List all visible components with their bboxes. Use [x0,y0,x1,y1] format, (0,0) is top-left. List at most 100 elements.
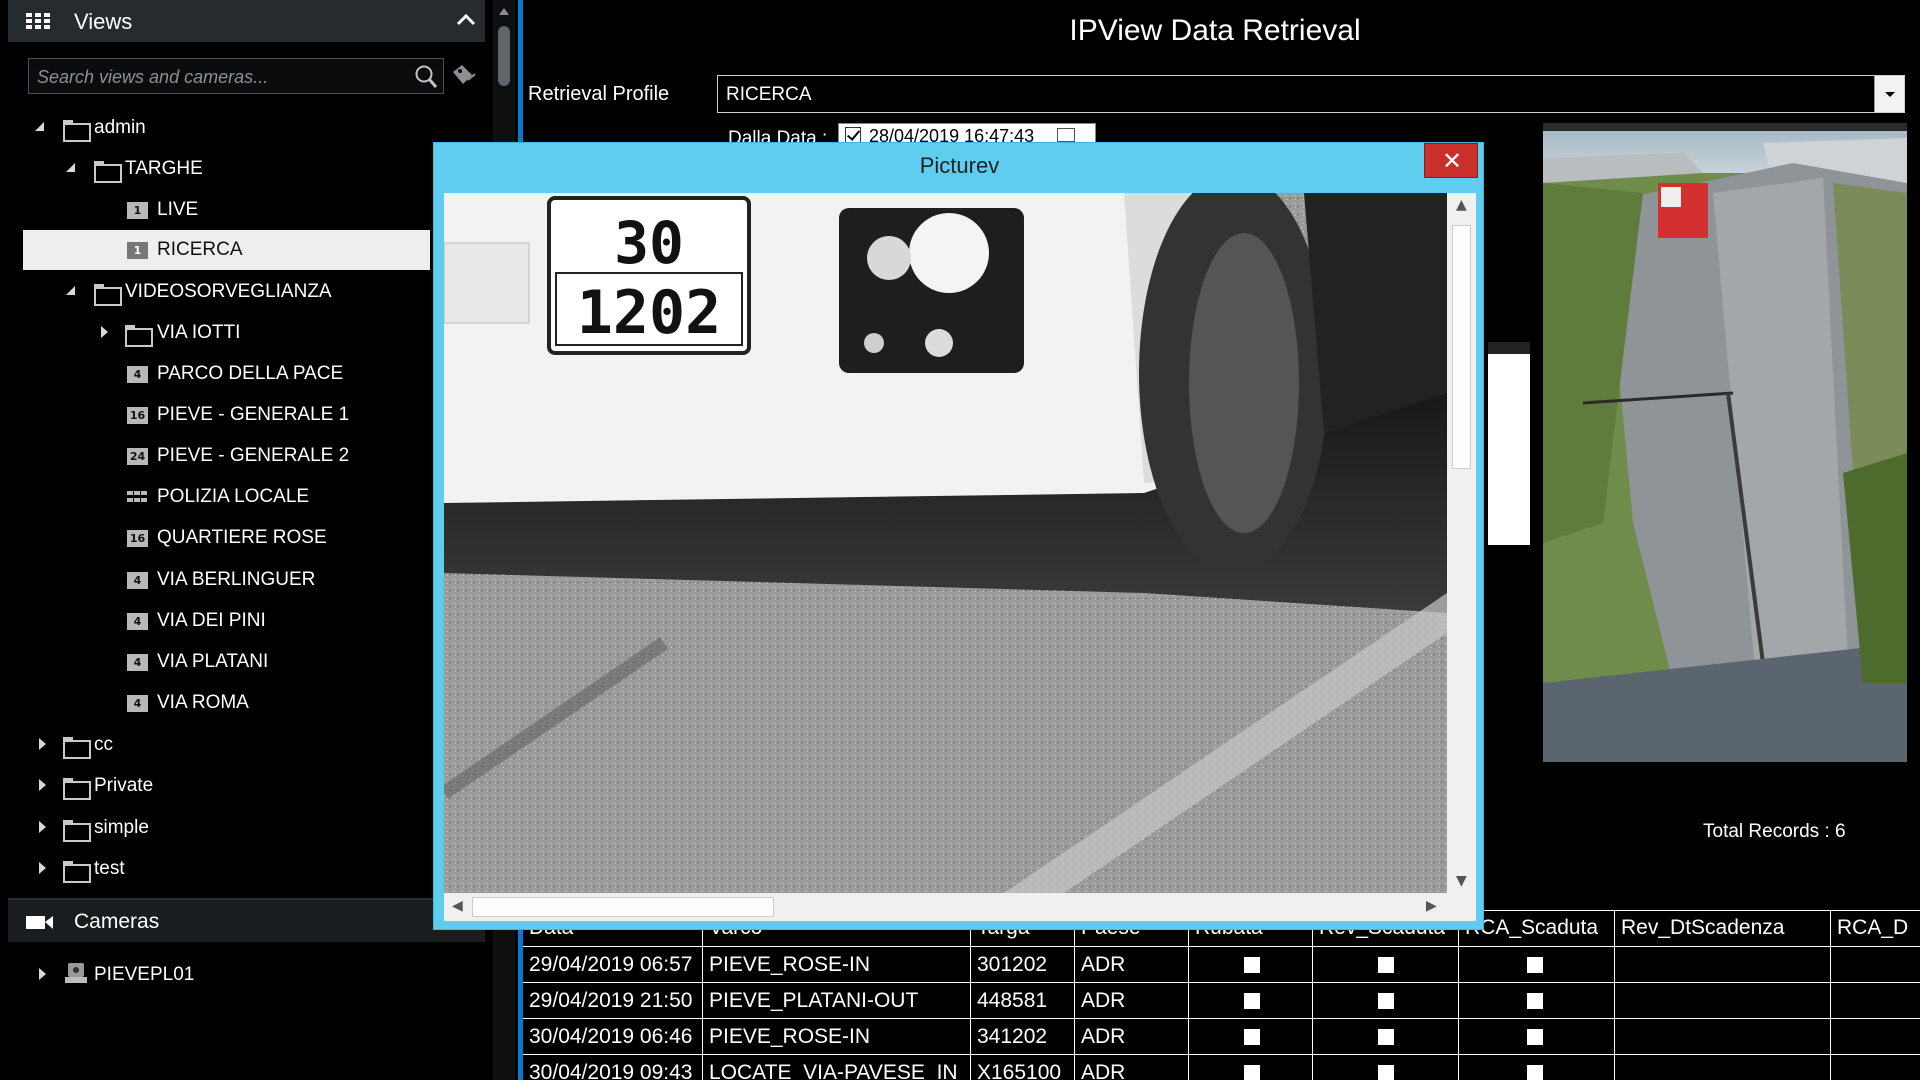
tree-folder-via-iotti[interactable]: VIA IOTTI [23,313,430,353]
folder-icon [125,325,153,347]
tree-folder-admin[interactable]: admin [23,108,430,148]
page-title: IPView Data Retrieval [1069,14,1361,47]
view-layout-icon: 16 [127,407,148,424]
scroll-right-icon[interactable]: ▶ [1426,898,1437,914]
expand-arrow-icon[interactable] [66,163,75,172]
view-layout-icon: 4 [127,613,148,630]
folder-icon [63,737,91,759]
checkbox[interactable] [1527,993,1543,1009]
tag-search-icon[interactable] [450,62,478,90]
cell-varco: PIEVE_ROSE-IN [703,1019,971,1055]
tree-folder-videosorveglianza[interactable]: VIDEOSORVEGLIANZA [23,272,430,312]
collapse-arrow-icon[interactable] [39,779,46,791]
checkbox[interactable] [1378,1029,1394,1045]
collapse-arrow-icon[interactable] [39,862,46,874]
checkbox[interactable] [1244,957,1260,973]
tree-view-ricerca[interactable]: 1 RICERCA [23,230,430,270]
search-icon[interactable] [414,64,438,90]
checkbox[interactable] [1527,1065,1543,1080]
expand-arrow-icon[interactable] [35,122,44,131]
tree-view-via-berlinguer[interactable]: 4 VIA BERLINGUER [23,560,430,600]
server-icon [65,963,87,983]
dropdown-arrow-icon[interactable] [1874,76,1904,112]
chevron-up-icon[interactable] [456,12,476,26]
folder-icon [63,861,91,883]
checkbox[interactable] [1244,1065,1260,1080]
tree-label: QUARTIERE ROSE [157,527,327,548]
tree-view-via-roma[interactable]: 4 VIA ROMA [23,683,430,723]
checkbox[interactable] [1378,957,1394,973]
view-layout-icon: 4 [127,654,148,671]
expand-arrow-icon[interactable] [66,286,75,295]
cell-rev-scaduta [1313,1055,1459,1080]
camera-label: PIEVEPL01 [94,964,195,985]
table-row[interactable]: 30/04/2019 06:46 PIEVE_ROSE-IN 341202 AD… [523,1018,1920,1055]
tree-view-live[interactable]: 1 LIVE [23,190,430,230]
table-row[interactable]: 29/04/2019 06:57 PIEVE_ROSE-IN 301202 AD… [523,946,1920,983]
tree-view-pieve-generale-1[interactable]: 16 PIEVE - GENERALE 1 [23,395,430,435]
tree-view-quartiere-rose[interactable]: 16 QUARTIERE ROSE [23,518,430,558]
cell-varco: PIEVE_ROSE-IN [703,947,971,983]
collapse-arrow-icon[interactable] [101,326,108,338]
cell-rev-dtscadenza [1615,947,1831,983]
checkbox[interactable] [1244,1029,1260,1045]
checkbox[interactable] [1244,993,1260,1009]
folder-icon [94,284,122,306]
collapse-arrow-icon[interactable] [39,968,46,980]
folder-icon [63,820,91,842]
view-layout-icon: 4 [127,695,148,712]
scrollbar-thumb[interactable] [472,897,774,917]
tree-label: PIEVE - GENERALE 1 [157,404,350,425]
views-header[interactable]: Views [8,0,485,42]
search-input[interactable] [37,65,407,89]
view-layout-icon: 4 [127,366,148,383]
cell-rev-scaduta [1313,947,1459,983]
tree-view-via-platani[interactable]: 4 VIA PLATANI [23,642,430,682]
cell-data: 30/04/2019 06:46 [523,1019,703,1055]
collapse-arrow-icon[interactable] [39,738,46,750]
scroll-up-icon[interactable]: ▲ [1456,197,1467,213]
checkbox[interactable] [1527,1029,1543,1045]
table-row[interactable]: 30/04/2019 09:43 LOCATE_VIA-PAVESE_IN X1… [523,1054,1920,1080]
tree-folder-targhe[interactable]: TARGHE [23,149,430,189]
cameras-title: Cameras [74,910,160,933]
view-layout-icon: 1 [127,202,148,219]
tree-folder-private[interactable]: Private [23,766,430,806]
camera-item-pievepl01[interactable]: PIEVEPL01 [23,955,430,995]
dalla-data-picker[interactable]: 28/04/2019 16:47:43 [838,123,1096,143]
close-button[interactable]: ✕ [1424,143,1478,178]
tree-folder-simple[interactable]: simple [23,808,430,848]
tree-folder-test[interactable]: test [23,849,430,889]
tree-folder-cc[interactable]: cc [23,725,430,765]
tree-view-polizia-locale[interactable]: POLIZIA LOCALE [23,477,430,517]
dalla-data-checkbox[interactable] [845,127,861,142]
cell-rubata [1189,983,1313,1019]
tree-view-via-dei-pini[interactable]: 4 VIA DEI PINI [23,601,430,641]
retrieval-profile-select[interactable]: RICERCA [717,75,1905,113]
tree-view-parco-della-pace[interactable]: 4 PARCO DELLA PACE [23,354,430,394]
table-row[interactable]: 29/04/2019 21:50 PIEVE_PLATANI-OUT 44858… [523,982,1920,1019]
cameras-header[interactable]: Cameras [8,900,485,942]
camera-overview-image [1543,123,1907,762]
vertical-scrollbar[interactable]: ▲ ▼ [1447,193,1476,893]
camera-icon [26,916,53,929]
cell-paese: ADR [1075,947,1189,983]
total-records: Total Records : 6 [1703,821,1846,842]
plate-line-1: 30 [614,209,684,277]
tree-view-pieve-generale-2[interactable]: 24 PIEVE - GENERALE 2 [23,436,430,476]
checkbox[interactable] [1527,957,1543,973]
close-icon: ✕ [1441,147,1463,175]
horizontal-scrollbar[interactable]: ◀ ▶ [444,893,1447,921]
checkbox[interactable] [1378,1065,1394,1080]
scroll-left-icon[interactable]: ◀ [452,898,463,914]
calendar-icon[interactable] [1057,128,1075,142]
tree-label: simple [94,817,149,838]
checkbox[interactable] [1378,993,1394,1009]
scrollbar-thumb[interactable] [498,26,510,86]
cell-rubata [1189,1019,1313,1055]
scroll-down-icon[interactable]: ▼ [1456,873,1467,889]
collapse-arrow-icon[interactable] [39,821,46,833]
scrollbar-thumb[interactable] [1452,225,1471,469]
scroll-up-icon[interactable] [499,8,509,15]
cell-data: 29/04/2019 06:57 [523,947,703,983]
